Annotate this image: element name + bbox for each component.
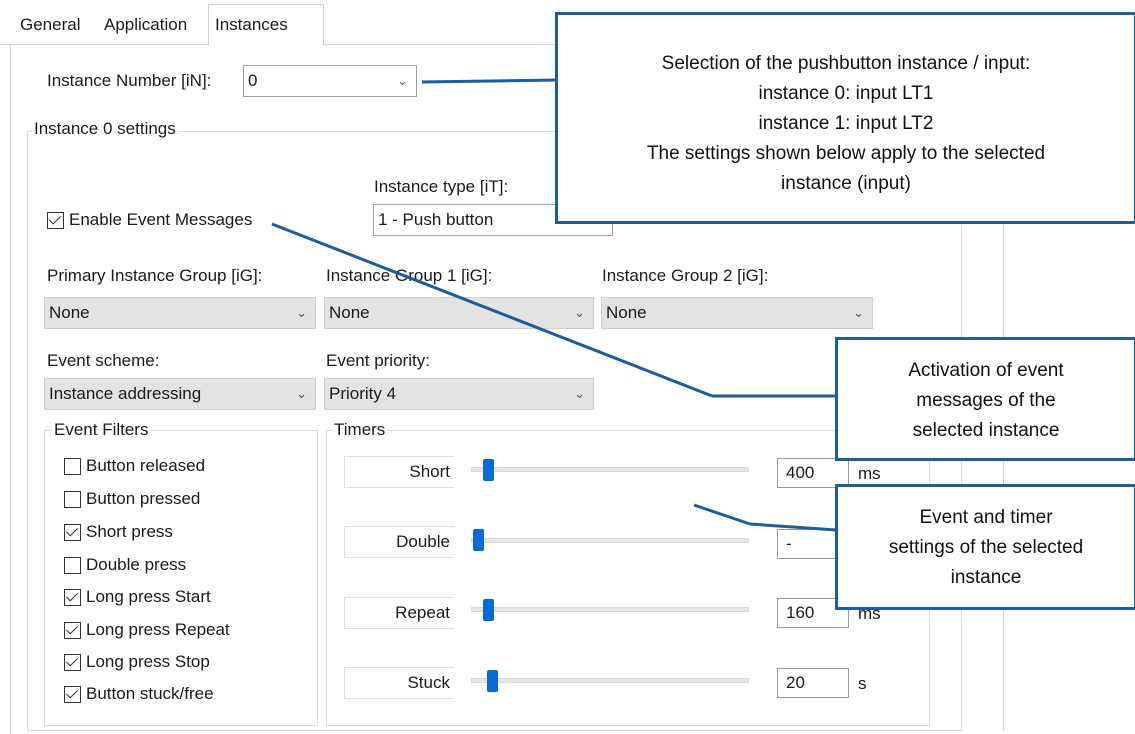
callout-line: messages of the: [916, 390, 1056, 411]
callout-activation: Activation of event messages of the sele…: [835, 337, 1135, 461]
connector-event-timer-1: [693, 503, 751, 526]
callout-line: The settings shown below apply to the se…: [646, 143, 1046, 164]
callout-event-timer: Event and timer settings of the selected…: [835, 484, 1135, 610]
connector-instance-selection: [421, 78, 557, 84]
callout-line: instance 1: input LT2: [758, 113, 934, 134]
callout-line: Event and timer: [919, 507, 1053, 528]
callout-line: Selection of the pushbutton instance / i…: [661, 53, 1031, 74]
callout-line: selected instance: [912, 420, 1060, 441]
tab-instances[interactable]: Instances: [208, 4, 324, 45]
callout-line: instance 0: input LT1: [758, 83, 934, 104]
callout-line: instance: [950, 567, 1022, 588]
connector-activation-1: [271, 222, 713, 398]
callout-line: settings of the selected: [888, 537, 1084, 558]
connector-event-timer-2: [749, 522, 837, 532]
callout-line: Activation of event: [908, 360, 1064, 381]
callout-instance-selection: Selection of the pushbutton instance / i…: [555, 12, 1135, 224]
callout-line: instance (input): [781, 173, 911, 194]
